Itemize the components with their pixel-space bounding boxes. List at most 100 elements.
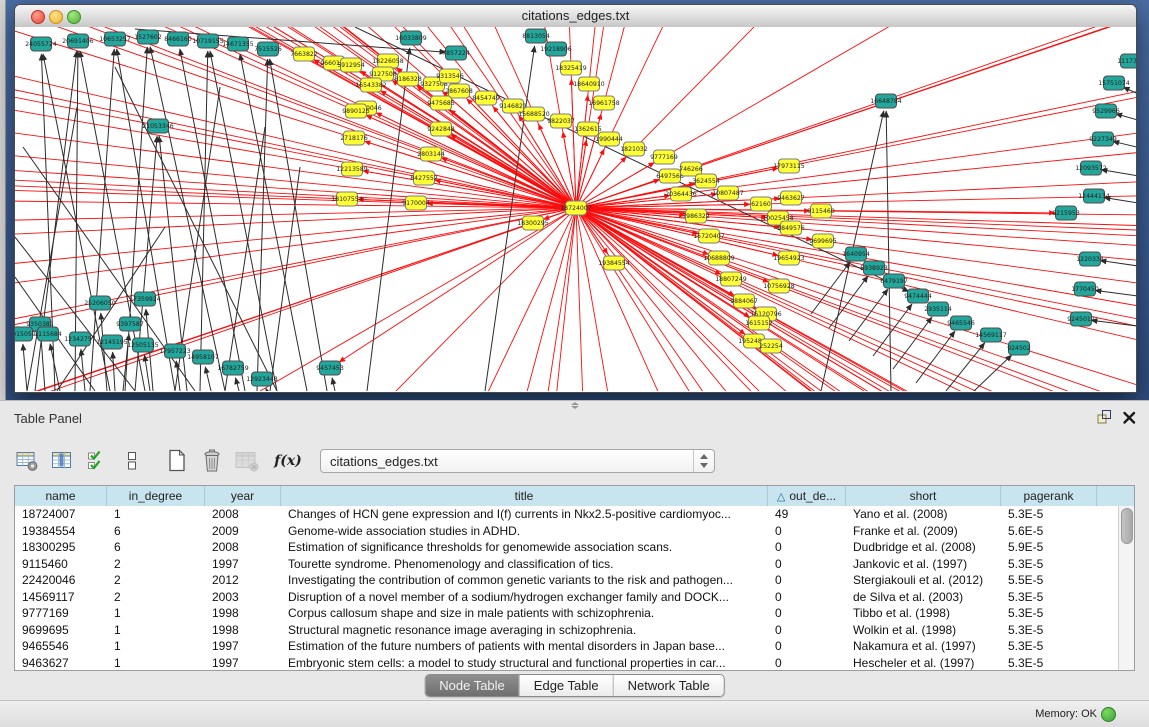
unselect-all-icon[interactable] bbox=[119, 448, 145, 474]
table-row[interactable]: 946362711997Embryonic stem cells: a mode… bbox=[15, 655, 1119, 671]
graph-node[interactable]: 19218906 bbox=[540, 42, 572, 56]
graph-node[interactable]: 12444134 bbox=[1078, 189, 1110, 203]
graph-node[interactable]: 14671355 bbox=[222, 37, 254, 51]
graph-node[interactable]: 9884067 bbox=[730, 294, 758, 308]
graph-node[interactable]: 9115460 bbox=[807, 204, 835, 218]
delete-table-icon[interactable] bbox=[234, 448, 260, 474]
table-row[interactable]: 1938455462009Genome-wide association stu… bbox=[15, 523, 1119, 540]
graph-node[interactable]: 9699695 bbox=[809, 234, 837, 248]
graph-node[interactable]: 3624554 bbox=[692, 174, 720, 188]
graph-node[interactable]: 10756928 bbox=[763, 279, 795, 293]
graph-node[interactable]: 8215953 bbox=[1052, 206, 1080, 220]
graph-node[interactable]: 9475685 bbox=[427, 96, 455, 110]
graph-node[interactable]: 12093572 bbox=[1075, 161, 1107, 175]
float-panel-icon[interactable] bbox=[1096, 409, 1112, 425]
delete-column-icon[interactable] bbox=[199, 448, 225, 474]
graph-node[interactable]: 8454749 bbox=[472, 91, 500, 105]
graph-node[interactable]: 1615152 bbox=[745, 316, 773, 330]
network-view[interactable]: 2405572420691406106532571527602846616010… bbox=[15, 27, 1136, 392]
graph-node[interactable]: 5912954 bbox=[337, 58, 365, 72]
table-row[interactable]: 1456911722003Disruption of a novel membe… bbox=[15, 589, 1119, 606]
graph-node[interactable]: 62160 bbox=[751, 197, 772, 211]
graph-node[interactable]: 9777169 bbox=[650, 150, 678, 164]
graph-node[interactable]: 9242848 bbox=[427, 122, 455, 136]
network-table-selector[interactable]: citations_edges.txt bbox=[320, 449, 715, 473]
graph-node[interactable]: 8186328 bbox=[394, 72, 422, 86]
tab-edge-table[interactable]: Edge Table bbox=[520, 675, 614, 696]
graph-node[interactable]: 1115684 bbox=[34, 327, 62, 341]
graph-node[interactable]: 18107554 bbox=[331, 192, 363, 206]
graph-node[interactable]: 1990444 bbox=[595, 132, 623, 146]
close-panel-icon[interactable] bbox=[1122, 410, 1137, 425]
graph-node[interactable]: 9465546 bbox=[947, 316, 975, 330]
column-header-in_degree[interactable]: in_degree bbox=[107, 486, 205, 506]
graph-node[interactable]: 9474444 bbox=[904, 289, 932, 303]
graph-node[interactable]: 9245012 bbox=[1067, 312, 1095, 326]
graph-node[interactable]: 19654923 bbox=[773, 251, 805, 265]
graph-node[interactable]: 9849576 bbox=[777, 221, 805, 235]
graph-node[interactable]: 10807487 bbox=[712, 186, 744, 200]
graph-node[interactable]: 1640954 bbox=[842, 247, 870, 261]
graph-node[interactable]: 18226058 bbox=[372, 54, 404, 68]
graph-node[interactable]: 9463627 bbox=[777, 191, 805, 205]
tab-network-table[interactable]: Network Table bbox=[614, 675, 724, 696]
graph-node[interactable]: 1220334 bbox=[1076, 252, 1104, 266]
column-header-short[interactable]: short bbox=[846, 486, 1001, 506]
graph-node[interactable]: 1362615 bbox=[574, 122, 602, 136]
graph-node[interactable]: 2803144 bbox=[417, 147, 445, 161]
citation-network-canvas[interactable]: 2405572420691406106532571527602846616010… bbox=[15, 27, 1136, 391]
graph-node[interactable]: 9890125 bbox=[342, 104, 370, 118]
graph-node[interactable]: 12213589 bbox=[336, 162, 368, 176]
graph-node[interactable]: 1821032 bbox=[620, 142, 648, 156]
graph-node[interactable]: 12505135 bbox=[127, 338, 159, 352]
graph-node[interactable]: 3915059 bbox=[15, 327, 36, 341]
graph-node[interactable]: 17957223 bbox=[159, 344, 191, 358]
table-row[interactable]: 977716911998Corpus callosum shape and si… bbox=[15, 605, 1119, 622]
graph-node[interactable]: 16033809 bbox=[395, 31, 427, 45]
column-header-out_degree[interactable]: △out_de... bbox=[768, 486, 846, 506]
table-row[interactable]: 1830029562008Estimation of significance … bbox=[15, 539, 1119, 556]
graph-node[interactable]: 20691406 bbox=[62, 34, 94, 48]
select-all-icon[interactable] bbox=[84, 448, 110, 474]
column-header-pagerank[interactable]: pagerank bbox=[1001, 486, 1097, 506]
table-row[interactable]: 911546021997Tourette syndrome. Phenomeno… bbox=[15, 556, 1119, 573]
column-header-title[interactable]: title bbox=[281, 486, 768, 506]
graph-node[interactable]: 10719155 bbox=[192, 34, 224, 48]
graph-node[interactable]: 7986322 bbox=[682, 209, 710, 223]
graph-node[interactable]: 8427552 bbox=[410, 171, 438, 185]
graph-node[interactable]: 9227349 bbox=[1089, 132, 1117, 146]
graph-node[interactable]: 924502 bbox=[1007, 341, 1031, 355]
graph-node[interactable]: 10688809 bbox=[703, 251, 735, 265]
graph-node[interactable]: 1527602 bbox=[134, 30, 162, 44]
graph-node[interactable]: 252254 bbox=[759, 339, 783, 353]
function-builder-icon[interactable]: f(x) bbox=[275, 448, 301, 474]
column-header-name[interactable]: name bbox=[15, 486, 107, 506]
graph-node[interactable]: 9313546 bbox=[436, 69, 464, 83]
new-column-icon[interactable] bbox=[164, 448, 190, 474]
column-header-year[interactable]: year bbox=[205, 486, 281, 506]
graph-node[interactable]: 18325419 bbox=[555, 61, 587, 75]
graph-node[interactable]: 6479197 bbox=[880, 274, 908, 288]
graph-node[interactable]: 25206050 bbox=[84, 296, 116, 310]
table-row[interactable]: 1872400712008Changes of HCN gene express… bbox=[15, 506, 1119, 523]
tab-node-table[interactable]: Node Table bbox=[425, 675, 520, 696]
graph-node[interactable]: 9170004 bbox=[402, 196, 430, 210]
table-row[interactable]: 969969511998Structural magnetic resonanc… bbox=[15, 622, 1119, 639]
graph-node[interactable]: 2935114 bbox=[924, 302, 952, 316]
graph-node[interactable]: 1770450 bbox=[1071, 282, 1099, 296]
show-columns-icon[interactable] bbox=[49, 448, 75, 474]
graph-node[interactable]: 9397587 bbox=[116, 317, 144, 331]
graph-node[interactable]: 18640910 bbox=[573, 77, 605, 91]
scrollbar-thumb[interactable] bbox=[1121, 508, 1133, 544]
table-row[interactable]: 2242004622012Investigating the contribut… bbox=[15, 572, 1119, 589]
graph-node[interactable]: 9822037 bbox=[547, 114, 575, 128]
graph-node[interactable]: 18300295 bbox=[517, 216, 549, 230]
graph-node[interactable]: 8466160 bbox=[164, 32, 192, 46]
table-settings-icon[interactable] bbox=[14, 448, 40, 474]
graph-node[interactable]: 15720407 bbox=[693, 229, 725, 243]
graph-node[interactable]: 24055724 bbox=[25, 37, 57, 51]
graph-node[interactable]: 5938923 bbox=[860, 261, 888, 275]
window-titlebar[interactable]: citations_edges.txt bbox=[15, 5, 1136, 28]
graph-node[interactable]: 9457453 bbox=[316, 361, 344, 375]
graph-node[interactable]: 7515526 bbox=[254, 42, 282, 56]
